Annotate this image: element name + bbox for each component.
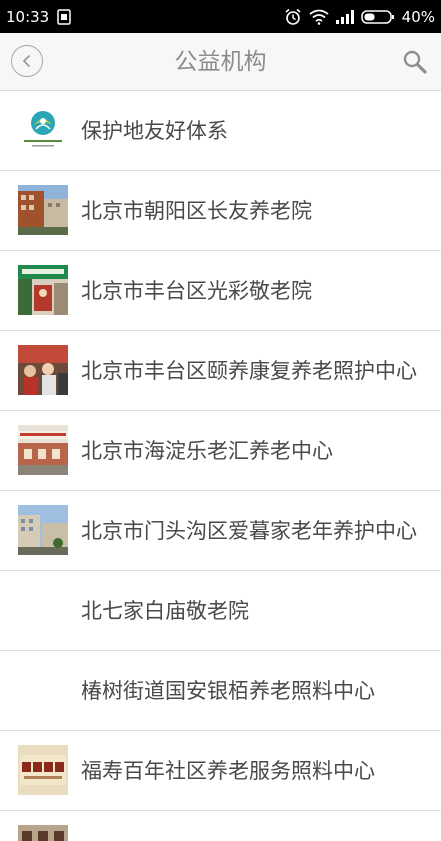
organization-sign	[18, 745, 68, 795]
organization-logo	[18, 105, 68, 155]
wifi-icon	[309, 9, 329, 25]
battery-icon	[360, 9, 395, 25]
list-item[interactable]: 北京市海淀乐老汇养老中心	[0, 411, 441, 491]
list-item[interactable]: 北京市门头沟区爱暮家老年养护中心	[0, 491, 441, 571]
list-item[interactable]: 北京市丰台区光彩敬老院	[0, 251, 441, 331]
chevron-left-icon	[22, 54, 31, 68]
list-item-label: 北七家白庙敬老院	[81, 599, 249, 623]
list-item[interactable]: 福寿百年社区养老服务照料中心	[0, 731, 441, 811]
nav-bar: 公益机构	[0, 33, 441, 91]
organization-photo	[18, 425, 68, 475]
list-item-label: 椿树街道国安银栢养老照料中心	[81, 679, 375, 703]
search-button[interactable]	[401, 48, 429, 76]
back-button[interactable]	[11, 45, 43, 77]
search-icon	[403, 50, 427, 74]
status-bar: 10:33 40%	[0, 0, 441, 33]
list-item-label: 北京市朝阳区长友养老院	[81, 199, 312, 223]
list-item[interactable]: 北七家白庙敬老院	[0, 571, 441, 651]
list-item-label: 北京市丰台区颐养康复养老照护中心	[81, 359, 417, 383]
organization-list: 保护地友好体系 北京市朝阳区长友养老院 北京市丰台区光彩敬老院 北京市丰台区颐养…	[0, 91, 441, 841]
list-item[interactable]: 椿树街道国安银栢养老照料中心	[0, 651, 441, 731]
status-right: 40%	[284, 8, 441, 26]
list-item-partial[interactable]	[0, 811, 441, 841]
list-item-label: 保护地友好体系	[81, 119, 228, 143]
notification-icon	[57, 8, 71, 25]
list-item-label: 福寿百年社区养老服务照料中心	[81, 759, 375, 783]
status-left: 10:33	[0, 8, 71, 26]
signal-icon	[335, 9, 354, 24]
battery-percent: 40%	[401, 7, 435, 26]
organization-photo	[18, 265, 68, 315]
list-item[interactable]: 北京市丰台区颐养康复养老照护中心	[0, 331, 441, 411]
list-item-label: 北京市门头沟区爱暮家老年养护中心	[81, 519, 417, 543]
page-title: 公益机构	[174, 49, 267, 75]
status-time: 10:33	[6, 7, 50, 26]
list-item[interactable]: 北京市朝阳区长友养老院	[0, 171, 441, 251]
alarm-icon	[284, 8, 302, 26]
organization-photo	[18, 345, 68, 395]
list-item-label: 北京市丰台区光彩敬老院	[81, 279, 312, 303]
list-item-label: 北京市海淀乐老汇养老中心	[81, 439, 333, 463]
organization-photo	[18, 185, 68, 235]
list-item[interactable]: 保护地友好体系	[0, 91, 441, 171]
organization-photo	[18, 505, 68, 555]
